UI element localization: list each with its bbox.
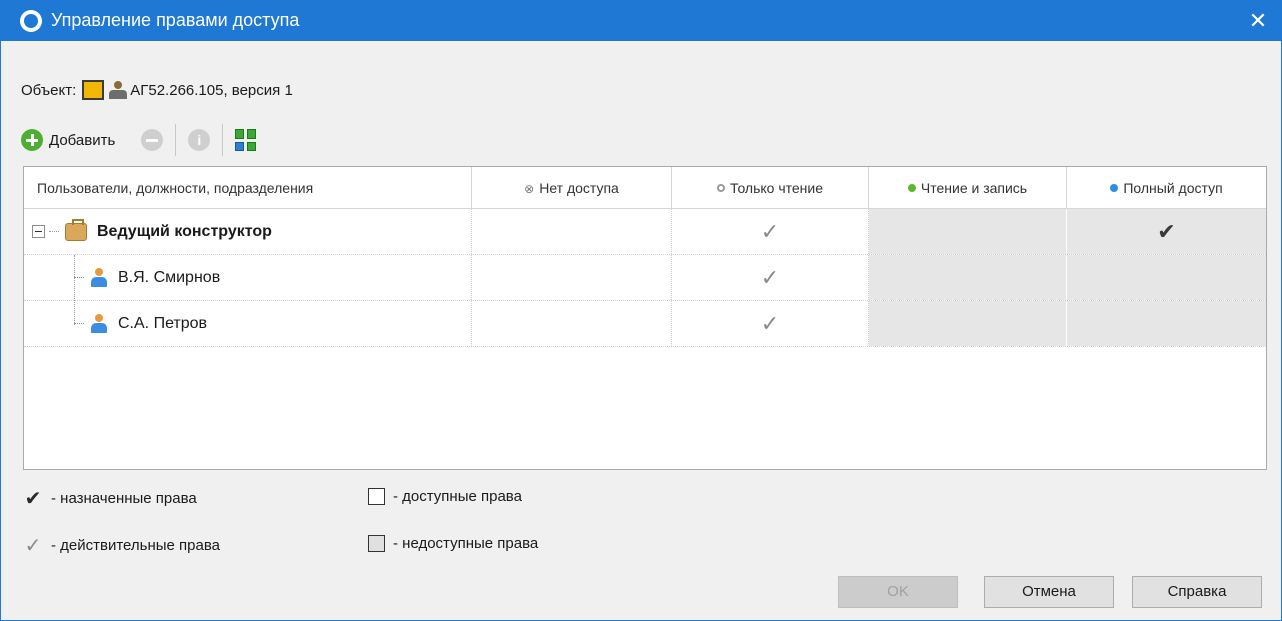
- read-only-dot-icon: [716, 184, 725, 192]
- legend-effective: ✓ - действительные права: [21, 533, 220, 558]
- cancel-button[interactable]: Отмена: [984, 576, 1114, 608]
- ok-button[interactable]: OK: [838, 576, 958, 608]
- tree-connector: [74, 277, 84, 278]
- column-header-full-access[interactable]: Полный доступ: [1067, 167, 1266, 209]
- object-label: Объект:: [21, 81, 77, 99]
- legend-assigned-text: - назначенные права: [51, 490, 197, 507]
- table-row[interactable]: Ведущий конструктор ✓ ✔: [24, 209, 1266, 255]
- table-row[interactable]: В.Я. Смирнов ✓: [24, 255, 1266, 301]
- column-header-subjects[interactable]: Пользователи, должности, подразделения: [24, 167, 472, 209]
- no-access-icon: ⊗: [524, 182, 535, 196]
- read-write-cell: [869, 301, 1067, 346]
- assigned-check-icon: ✔: [24, 488, 42, 510]
- read-write-label: Чтение и запись: [920, 180, 1028, 196]
- available-box-icon: [368, 488, 385, 505]
- effective-check-icon: ✓: [24, 535, 42, 557]
- object-name: АГ52.266.105, версия 1: [130, 81, 293, 99]
- no-access-cell[interactable]: [472, 255, 672, 300]
- tree-connector: [49, 231, 59, 232]
- add-button[interactable]: Добавить: [21, 129, 115, 151]
- row-name: В.Я. Смирнов: [118, 268, 221, 286]
- no-access-label: Нет доступа: [539, 180, 619, 196]
- window-title: Управление правами доступа: [51, 10, 300, 30]
- assigned-check-icon: ✔: [1157, 219, 1176, 244]
- briefcase-icon: [65, 218, 87, 241]
- toolbar: Добавить i: [21, 124, 257, 156]
- legend-available: - доступные права: [368, 488, 522, 505]
- structure-grid-button[interactable]: [235, 129, 257, 151]
- legend-unavailable-text: - недоступные права: [393, 535, 539, 552]
- read-only-cell[interactable]: ✓: [672, 301, 869, 346]
- collapse-toggle[interactable]: [32, 225, 45, 238]
- tree-connector: [74, 323, 84, 324]
- title-bar: Управление правами доступа ✕: [1, 1, 1281, 41]
- owner-stamp-icon: [108, 80, 128, 100]
- read-write-cell: [869, 209, 1067, 254]
- plus-circle-icon: [21, 129, 43, 151]
- table-row[interactable]: С.А. Петров ✓: [24, 301, 1266, 347]
- legend-unavailable: - недоступные права: [368, 535, 538, 552]
- toolbar-separator: [222, 124, 224, 156]
- access-rights-dialog: Управление правами доступа ✕ Объект: АГ5…: [0, 0, 1282, 621]
- add-button-label: Добавить: [49, 131, 116, 149]
- toolbar-separator: [175, 124, 177, 156]
- user-icon: [90, 267, 108, 288]
- no-access-cell[interactable]: [472, 301, 672, 346]
- read-only-cell[interactable]: ✓: [672, 255, 869, 300]
- row-name: С.А. Петров: [118, 314, 208, 332]
- read-write-cell: [869, 255, 1067, 300]
- no-access-cell[interactable]: [472, 209, 672, 254]
- full-access-cell[interactable]: ✔: [1067, 209, 1266, 254]
- column-header-read-only[interactable]: Только чтение: [672, 167, 869, 209]
- read-only-cell[interactable]: ✓: [672, 209, 869, 254]
- full-access-label: Полный доступ: [1123, 180, 1223, 196]
- object-info: Объект: АГ52.266.105, версия 1: [21, 79, 293, 101]
- effective-check-icon: ✓: [760, 219, 780, 244]
- full-access-dot-icon: [1110, 184, 1119, 192]
- document-icon: [82, 80, 105, 100]
- unavailable-box-icon: [368, 535, 385, 552]
- subject-cell: С.А. Петров: [24, 301, 472, 346]
- column-header-no-access[interactable]: ⊗ Нет доступа: [472, 167, 672, 209]
- help-button[interactable]: Справка: [1132, 576, 1262, 608]
- user-icon: [90, 313, 108, 334]
- read-only-label: Только чтение: [729, 180, 824, 196]
- legend-effective-text: - действительные права: [51, 537, 220, 554]
- subject-cell: Ведущий конструктор: [24, 209, 472, 254]
- rights-table: Пользователи, должности, подразделения ⊗…: [23, 166, 1267, 470]
- read-write-dot-icon: [907, 184, 916, 192]
- full-access-cell: [1067, 301, 1266, 346]
- remove-button[interactable]: [141, 129, 164, 151]
- legend-available-text: - доступные права: [393, 488, 522, 505]
- subject-cell: В.Я. Смирнов: [24, 255, 472, 300]
- close-button[interactable]: ✕: [1235, 1, 1281, 41]
- info-button[interactable]: i: [188, 129, 211, 151]
- effective-check-icon: ✓: [760, 265, 780, 290]
- row-name: Ведущий конструктор: [97, 222, 272, 240]
- full-access-cell: [1067, 255, 1266, 300]
- app-logo-icon: [20, 10, 42, 32]
- column-header-read-write[interactable]: Чтение и запись: [869, 167, 1067, 209]
- effective-check-icon: ✓: [760, 311, 780, 336]
- legend-assigned: ✔ - назначенные права: [21, 486, 197, 511]
